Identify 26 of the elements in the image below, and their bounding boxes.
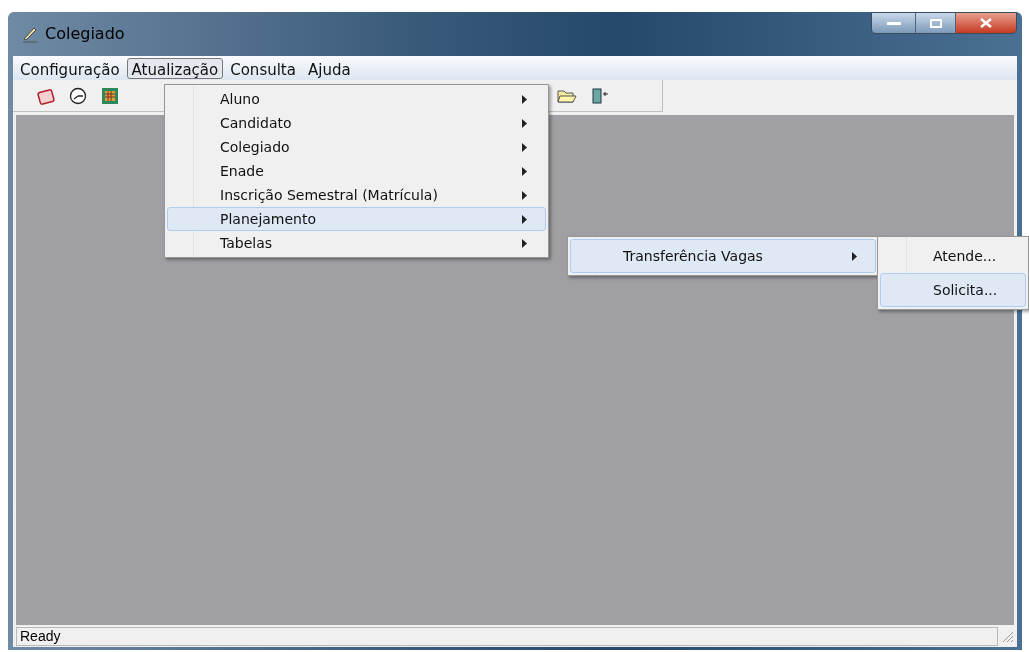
- maximize-button[interactable]: [916, 13, 956, 33]
- menu-bar-item[interactable]: Consulta: [225, 57, 301, 79]
- clock-icon[interactable]: [69, 86, 87, 105]
- folder-icon[interactable]: [557, 87, 577, 104]
- menu-bar-item[interactable]: Configuração: [15, 57, 125, 79]
- menu-item[interactable]: Enade: [167, 159, 546, 183]
- menu-item[interactable]: Tabelas: [167, 231, 546, 255]
- menu-item[interactable]: Planejamento: [167, 207, 546, 231]
- resize-grip-icon[interactable]: [1000, 629, 1014, 643]
- menu-item[interactable]: Transferência Vagas: [570, 239, 876, 273]
- pencil-icon: [21, 25, 39, 43]
- close-button[interactable]: [956, 13, 1016, 33]
- menu-bar-item[interactable]: Ajuda: [302, 57, 356, 79]
- exit-door-icon[interactable]: [591, 86, 609, 105]
- close-icon: [980, 18, 992, 28]
- menu-item[interactable]: Inscrição Semestral (Matrícula): [167, 183, 546, 207]
- menu-item[interactable]: Atende...: [880, 239, 1026, 273]
- window-title: Colegiado: [45, 23, 125, 45]
- menu-item[interactable]: Solicita...: [880, 273, 1026, 307]
- status-text: Ready: [20, 626, 61, 646]
- menu-bar-item[interactable]: Atualização: [126, 57, 224, 79]
- menu-item[interactable]: Aluno: [167, 87, 546, 111]
- grid-icon[interactable]: [101, 86, 119, 105]
- minimize-button[interactable]: [872, 13, 916, 33]
- menu-item[interactable]: Colegiado: [167, 135, 546, 159]
- menu-item[interactable]: Candidato: [167, 111, 546, 135]
